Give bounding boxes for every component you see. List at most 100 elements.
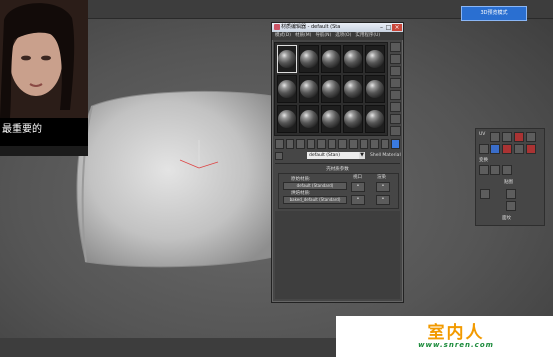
eyedropper-icon[interactable]: [275, 152, 283, 160]
tool-icon[interactable]: [506, 189, 516, 199]
render-label: 渲染: [377, 175, 386, 180]
menu-navigation[interactable]: 导航(N): [315, 32, 331, 40]
material-slot[interactable]: [299, 105, 319, 133]
go-to-parent-icon[interactable]: [380, 139, 390, 149]
material-sphere-preview: [344, 50, 362, 68]
material-editor-window: 材质编辑器 - default (Sta – □ × 模式(D) 材质(M) 导…: [271, 22, 404, 303]
material-sphere-preview: [300, 80, 318, 98]
tool-icon[interactable]: [526, 144, 536, 154]
shell-params-group: 原始材质: default (Standard) 烘焙材质: baked_def…: [278, 173, 399, 209]
divider: [275, 163, 400, 164]
material-slot[interactable]: [343, 45, 363, 73]
make-preview-icon[interactable]: [390, 102, 401, 112]
video-progress-bar[interactable]: [0, 146, 88, 156]
assign-to-selection-icon[interactable]: [296, 139, 305, 149]
make-unique-icon[interactable]: [327, 139, 337, 149]
get-material-icon[interactable]: [275, 139, 284, 149]
tool-icon[interactable]: [514, 132, 524, 142]
material-slot[interactable]: [365, 105, 385, 133]
baked-material-button[interactable]: baked_default (Standard): [283, 196, 347, 204]
material-editor-menubar: 模式(D) 材质(M) 导航(N) 选项(O) 实用程序(U): [272, 32, 403, 40]
tool-icon[interactable]: [490, 144, 500, 154]
material-sphere-preview: [366, 80, 384, 98]
tool-icon[interactable]: [506, 201, 516, 211]
material-slot[interactable]: [365, 45, 385, 73]
tool-icon[interactable]: [502, 165, 512, 175]
material-sphere-preview: [366, 110, 384, 128]
menu-utilities[interactable]: 实用程序(U): [355, 32, 380, 40]
show-end-result-icon[interactable]: [370, 139, 379, 149]
original-material-button[interactable]: default (Standard): [283, 182, 347, 190]
tool-icon[interactable]: [479, 165, 489, 175]
transform-label: 变换: [479, 158, 488, 163]
tool-icon[interactable]: [502, 144, 512, 154]
material-slot[interactable]: [343, 105, 363, 133]
material-sphere-preview: [344, 80, 362, 98]
background-icon[interactable]: [390, 66, 401, 76]
video-check-icon[interactable]: [390, 90, 401, 100]
site-watermark-logo: 室内人 www.snren.com: [336, 316, 553, 357]
put-to-library-icon[interactable]: [338, 139, 348, 149]
material-slot[interactable]: [321, 105, 341, 133]
viewport-label: 视口: [353, 175, 362, 180]
material-slot[interactable]: [299, 75, 319, 103]
close-button[interactable]: ×: [392, 24, 402, 31]
menu-mode[interactable]: 模式(D): [275, 32, 291, 40]
maximize-button[interactable]: □: [385, 24, 392, 31]
material-slot[interactable]: [343, 75, 363, 103]
material-sphere-preview: [300, 110, 318, 128]
tool-icon[interactable]: [479, 144, 489, 154]
material-type-button[interactable]: Shell Material: [370, 152, 402, 159]
minimize-button[interactable]: –: [378, 24, 385, 31]
material-sphere-preview: [322, 110, 340, 128]
watermark-brand-text: 室内人: [427, 323, 485, 343]
shell-params-title[interactable]: 壳材质参数: [272, 166, 403, 172]
material-slot[interactable]: [321, 75, 341, 103]
map-label: 贴图: [504, 180, 513, 185]
material-sphere-preview: [322, 80, 340, 98]
material-sphere-preview: [278, 50, 296, 68]
tool-icon[interactable]: [514, 144, 524, 154]
render-baked-radio[interactable]: •: [376, 195, 390, 205]
tool-icon[interactable]: [480, 189, 490, 199]
menu-material[interactable]: 材质(M): [295, 32, 311, 40]
viewport-baked-radio[interactable]: •: [351, 195, 365, 205]
window-title: 材质编辑器 - default (Sta: [281, 24, 341, 30]
material-sphere-preview: [366, 50, 384, 68]
material-sphere-preview: [278, 110, 296, 128]
material-slot[interactable]: [321, 45, 341, 73]
video-overlay: 最重要的: [0, 0, 88, 156]
tool-icon[interactable]: [490, 165, 500, 175]
viewport-original-radio[interactable]: •: [351, 182, 365, 192]
options-icon[interactable]: [390, 114, 401, 124]
app-icon: [274, 24, 280, 30]
material-slot[interactable]: [277, 75, 297, 103]
pillow-model: [76, 90, 281, 268]
menu-options[interactable]: 选项(O): [335, 32, 351, 40]
material-slot[interactable]: [365, 75, 385, 103]
reset-map-icon[interactable]: [306, 139, 316, 149]
material-id-icon[interactable]: [349, 139, 358, 149]
material-name-row: default (Stan) ▼ Shell Material: [275, 152, 402, 161]
render-original-radio[interactable]: •: [376, 182, 390, 192]
put-to-scene-icon[interactable]: [285, 139, 295, 149]
copy-material-icon[interactable]: [317, 139, 326, 149]
tool-icon[interactable]: [502, 132, 512, 142]
material-name-dropdown[interactable]: ▼: [359, 152, 365, 159]
woman-portrait-image: [0, 0, 88, 119]
top-right-button[interactable]: 3D预览模式: [461, 6, 527, 21]
show-map-icon[interactable]: [359, 139, 369, 149]
backlight-icon[interactable]: [390, 54, 401, 64]
material-slot[interactable]: [277, 45, 297, 73]
material-sample-slots: [274, 42, 388, 136]
sample-type-icon[interactable]: [390, 42, 401, 52]
tool-icon[interactable]: [526, 132, 536, 142]
select-by-material-icon[interactable]: [390, 126, 401, 136]
material-slot[interactable]: [277, 105, 297, 133]
uv-tiling-icon[interactable]: [390, 78, 401, 88]
material-sphere-preview: [344, 110, 362, 128]
go-forward-sibling-icon[interactable]: [391, 139, 400, 149]
material-slot[interactable]: [299, 45, 319, 73]
material-name-field[interactable]: default (Stan): [307, 152, 359, 159]
tool-icon[interactable]: [490, 132, 500, 142]
